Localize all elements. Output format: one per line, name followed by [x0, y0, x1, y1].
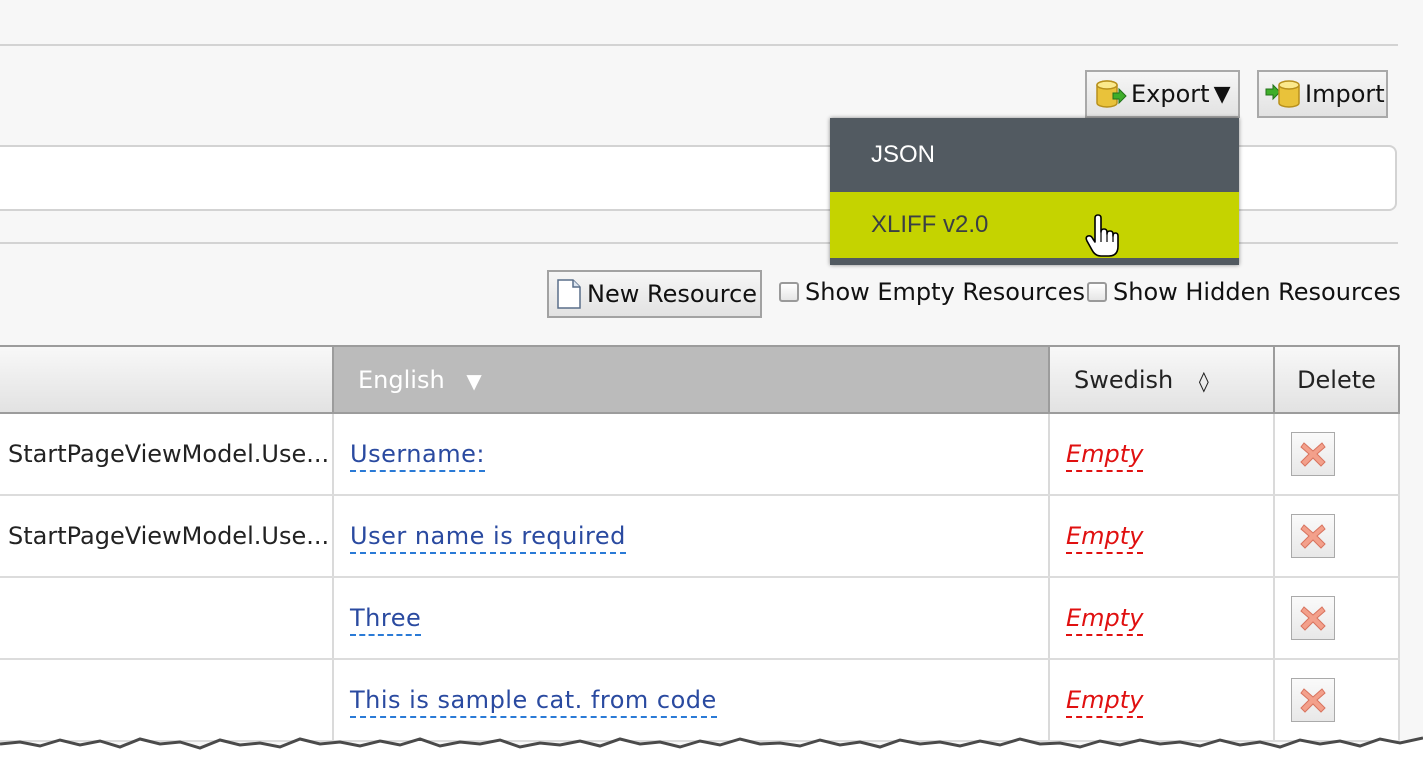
- delete-cell: [1273, 577, 1400, 660]
- english-translation-link[interactable]: Three: [350, 604, 422, 636]
- delete-x-icon: [1298, 439, 1328, 469]
- swedish-cell: Empty: [1048, 413, 1275, 496]
- column-header-delete: Delete: [1273, 345, 1400, 414]
- english-translation-link[interactable]: User name is required: [350, 522, 626, 554]
- table-row: StartPageViewModel.Use... Username: Empt…: [0, 413, 1400, 496]
- english-translation-link[interactable]: This is sample cat. from code: [350, 686, 717, 718]
- export-json-option[interactable]: JSON: [830, 118, 1239, 192]
- database-import-icon: [1265, 77, 1301, 111]
- show-hidden-toggle[interactable]: Show Hidden Resources: [1087, 278, 1401, 306]
- export-label: Export: [1131, 80, 1210, 108]
- new-document-icon: [555, 278, 583, 310]
- swedish-translation-link[interactable]: Empty: [1066, 686, 1144, 718]
- hand-pointer-icon: [1085, 214, 1119, 258]
- english-cell: Three: [332, 577, 1050, 660]
- resource-key-cell: StartPageViewModel.Use...: [0, 495, 334, 578]
- show-empty-checkbox[interactable]: [779, 282, 799, 302]
- table-header-row: English ▼ Swedish ◊ Delete: [0, 345, 1400, 414]
- database-export-icon: [1093, 77, 1127, 111]
- sort-unsorted-icon: ◊: [1198, 368, 1209, 393]
- english-cell: Username:: [332, 413, 1050, 496]
- torn-edge-decoration: [0, 736, 1423, 763]
- table-row: StartPageViewModel.Use... User name is r…: [0, 495, 1400, 578]
- export-dropdown-menu: JSON XLIFF v2.0: [830, 118, 1239, 265]
- show-empty-label: Show Empty Resources: [805, 278, 1085, 306]
- column-header-english[interactable]: English ▼: [332, 345, 1050, 414]
- export-xliff-option[interactable]: XLIFF v2.0: [830, 192, 1239, 258]
- import-label: Import: [1305, 80, 1385, 108]
- chevron-down-icon: ▼: [1213, 81, 1231, 107]
- delete-button[interactable]: [1291, 514, 1335, 558]
- show-hidden-label: Show Hidden Resources: [1113, 278, 1401, 306]
- show-empty-toggle[interactable]: Show Empty Resources: [779, 278, 1085, 306]
- resource-key-cell: [0, 577, 334, 660]
- english-cell: User name is required: [332, 495, 1050, 578]
- resource-key-cell: StartPageViewModel.Use...: [0, 413, 334, 496]
- delete-x-icon: [1298, 685, 1328, 715]
- delete-x-icon: [1298, 521, 1328, 551]
- delete-button[interactable]: [1291, 596, 1335, 640]
- delete-button[interactable]: [1291, 432, 1335, 476]
- import-button[interactable]: Import: [1257, 70, 1388, 118]
- export-button[interactable]: Export ▼: [1085, 70, 1240, 118]
- column-header-swedish[interactable]: Swedish ◊: [1048, 345, 1275, 414]
- show-hidden-checkbox[interactable]: [1087, 282, 1107, 302]
- new-resource-button[interactable]: New Resource: [547, 270, 762, 318]
- english-translation-link[interactable]: Username:: [350, 440, 485, 472]
- table-row: Three Empty: [0, 577, 1400, 660]
- sort-descending-icon: ▼: [466, 368, 482, 393]
- resource-table: English ▼ Swedish ◊ Delete StartPageView…: [0, 345, 1400, 742]
- swedish-cell: Empty: [1048, 577, 1275, 660]
- swedish-translation-link[interactable]: Empty: [1066, 522, 1144, 554]
- delete-cell: [1273, 413, 1400, 496]
- new-resource-label: New Resource: [587, 280, 758, 308]
- top-divider: [0, 44, 1398, 46]
- column-header-key[interactable]: [0, 345, 334, 414]
- delete-button[interactable]: [1291, 678, 1335, 722]
- delete-cell: [1273, 495, 1400, 578]
- delete-x-icon: [1298, 603, 1328, 633]
- swedish-translation-link[interactable]: Empty: [1066, 604, 1144, 636]
- swedish-cell: Empty: [1048, 495, 1275, 578]
- swedish-translation-link[interactable]: Empty: [1066, 440, 1144, 472]
